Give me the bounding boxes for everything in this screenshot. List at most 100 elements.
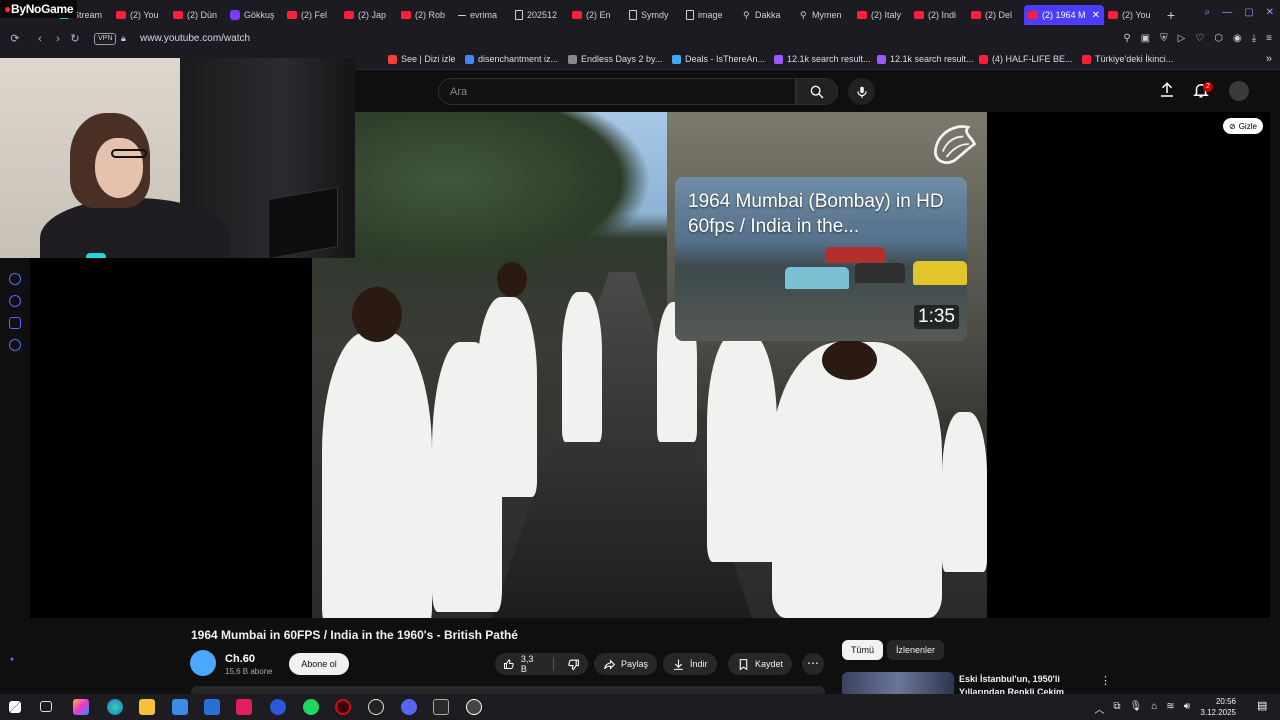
browser-tab[interactable]: Symdy [625,5,682,25]
account-avatar[interactable] [1229,81,1249,101]
browser-tab[interactable]: (2) En [568,5,625,25]
snapshot-icon[interactable]: ▣ [1141,33,1150,44]
bookmarks-more-icon[interactable]: » [1266,53,1272,65]
rail-bottom-icon[interactable]: ● [10,656,14,663]
tray-chevron-icon[interactable]: ︿ [1094,701,1104,716]
browser-tab[interactable]: (2) Indi [910,5,967,25]
tray-mic-icon[interactable]: 🎙︎ [1130,701,1143,716]
minimize-icon[interactable]: — [1222,7,1232,18]
browser-tab[interactable]: image [682,5,739,25]
vpn-badge[interactable]: VPN [94,33,117,45]
share-button[interactable]: Paylaş [594,653,658,675]
maximize-icon[interactable]: ▢ [1244,7,1253,18]
browser-tab[interactable]: evrima [454,5,511,25]
download-icon[interactable]: ⤓ [1252,33,1256,44]
forward-icon[interactable]: › [51,32,65,46]
subscriber-count: 15,6 B abone [225,667,273,676]
browser-tab[interactable]: (2) Italy [853,5,910,25]
shield-icon[interactable]: ⛨ [1160,33,1168,44]
reload-icon[interactable]: ↻ [68,32,82,46]
settings-icon[interactable] [9,339,21,351]
search-input[interactable] [439,79,795,104]
tray-volume-icon[interactable]: 🔊︎ [1184,701,1190,716]
tray-wifi-icon[interactable]: ≋ [1166,701,1174,716]
video-preview-card[interactable]: 1964 Mumbai (Bombay) in HD 60fps / India… [675,177,967,341]
browser-tab[interactable]: (2) Del [967,5,1024,25]
lock-icon[interactable]: 🔒︎ [121,33,126,44]
app-red-icon[interactable] [236,699,252,715]
channel-avatar[interactable] [190,650,216,676]
dislike-button[interactable] [559,653,588,675]
reload-side-icon[interactable]: ⟳ [8,32,22,46]
recommendation-menu-icon[interactable]: ⋮ [1100,674,1111,687]
app-blue-icon[interactable] [270,699,286,715]
bookmark-item[interactable]: 12.1k search result... [774,54,871,64]
more-actions-button[interactable]: ⋯ [802,653,824,675]
browser-tab[interactable]: (2) You [1104,5,1161,25]
bookmark-item[interactable]: Türkiye'deki İkinci... [1082,54,1173,64]
close-window-icon[interactable]: ✕ [1266,7,1274,18]
chat-icon[interactable] [9,317,21,329]
media-player-icon[interactable] [466,699,482,715]
chip-all[interactable]: Tümü [842,640,884,660]
epic-games-icon[interactable] [433,699,449,715]
channel-name[interactable]: Ch.60 [225,653,255,665]
home-icon[interactable] [9,273,21,285]
recommendation-title[interactable]: Eski İstanbul'un, 1950'li Yıllarından Re… [959,673,1094,694]
store-icon[interactable] [172,699,188,715]
url-field[interactable]: www.youtube.com/watch [140,33,250,44]
browser-tab[interactable]: (2) You [112,5,169,25]
extensions-icon[interactable]: ⬡ [1214,33,1223,44]
browser-tab[interactable]: (2) Jap [340,5,397,25]
chip-watched[interactable]: İzlenenler [887,640,945,660]
close-tab-icon[interactable]: ✕ [1092,10,1100,21]
like-button[interactable]: 3,3 B [495,653,548,675]
discord-icon[interactable] [401,699,417,715]
recommendation-thumbnail[interactable] [842,672,954,694]
new-tab-button[interactable]: + [1160,5,1182,25]
browser-tab[interactable]: (2) 1964 M ✕ [1024,5,1104,25]
search-button[interactable] [796,78,838,105]
browser-tab[interactable]: (2) Fel [283,5,340,25]
bookmark-item[interactable]: (4) HALF-LIFE BE... [979,54,1073,64]
hide-button[interactable]: ⊘ Gizle [1223,118,1263,134]
bookmark-item[interactable]: See | Dizi izle [388,54,455,64]
subscribe-button[interactable]: Abone ol [289,653,349,675]
browser-tab[interactable]: ⚲ Dakka [739,5,796,25]
description-box[interactable] [191,686,825,694]
windows-start-icon[interactable] [9,701,21,713]
save-button[interactable]: Kaydet [728,653,793,675]
file-explorer-icon[interactable] [139,699,155,715]
heart-icon[interactable]: ♡ [1195,33,1204,44]
browser-tab[interactable]: (2) Dün [169,5,226,25]
notification-center-icon[interactable]: ▤ [1257,699,1271,713]
upload-icon[interactable] [1158,81,1176,99]
browser-tab[interactable]: 202512 [511,5,568,25]
download-button[interactable]: İndir [663,653,717,675]
copilot-icon[interactable] [73,699,89,715]
bookmark-item[interactable]: 12.1k search result... [877,54,974,64]
bookmark-item[interactable]: disenchantment iz... [465,54,558,64]
back-icon[interactable]: ‹ [33,32,47,46]
profile-icon[interactable]: ◉ [1233,33,1242,44]
mail-icon[interactable] [204,699,220,715]
edge-icon[interactable] [107,699,123,715]
obs-icon[interactable] [368,699,384,715]
player-icon[interactable]: ▷ [1178,33,1186,44]
clock[interactable]: 20:56 3.12.2025 [1200,696,1236,718]
opera-icon[interactable] [335,699,351,715]
pin-icon[interactable]: ⚲ [1123,33,1130,44]
task-view-icon[interactable] [40,701,52,712]
tray-network-icon[interactable]: ⌂ [1151,701,1157,716]
bookmark-item[interactable]: Endless Days 2 by... [568,54,662,64]
browser-tab[interactable]: (2) Rob [397,5,454,25]
history-icon[interactable] [9,295,21,307]
spotify-icon[interactable] [303,699,319,715]
browser-tab[interactable]: ⚲ Mymen [796,5,853,25]
voice-search-button[interactable] [848,78,875,105]
search-tabs-icon[interactable]: ⌕ [1205,7,1211,18]
bookmark-item[interactable]: Deals - IsThereAn... [672,54,765,64]
menu-icon[interactable]: ≡ [1266,33,1272,44]
browser-tab[interactable]: Gökkuş [226,5,283,25]
tray-app-icon[interactable]: ⧉ [1113,701,1120,716]
